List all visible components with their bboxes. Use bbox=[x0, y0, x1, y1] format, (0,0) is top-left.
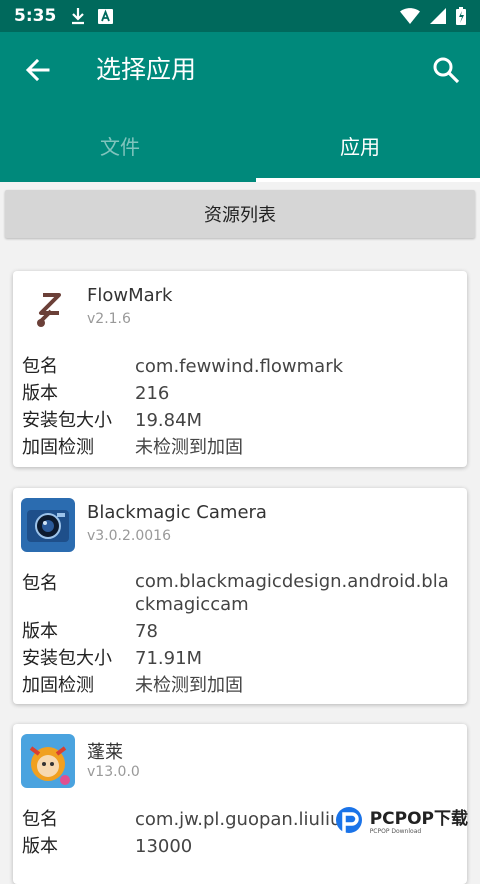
package-label: 包名 bbox=[22, 573, 58, 594]
size-value: 19.84M bbox=[135, 410, 203, 431]
app-card[interactable]: Blackmagic Camera v3.0.2.0016 包名 com.blac… bbox=[13, 488, 467, 704]
blackmagic-camera-app-icon bbox=[21, 498, 75, 552]
app-bar: 选择应用 bbox=[0, 32, 480, 108]
pcpop-logo-icon bbox=[335, 807, 362, 835]
resource-list-button[interactable]: 资源列表 bbox=[5, 190, 475, 238]
signal-icon bbox=[430, 8, 446, 24]
battery-icon bbox=[456, 7, 466, 25]
package-value: com.fewwind.flowmark bbox=[135, 356, 344, 377]
tab-bar: 文件 应用 bbox=[0, 108, 480, 182]
penglai-game-app-icon bbox=[21, 734, 75, 788]
app-name: 蓬莱 bbox=[87, 742, 123, 763]
size-row: 安装包大小 19.84M bbox=[22, 407, 457, 434]
version-label: 版本 bbox=[22, 383, 58, 404]
tab-files[interactable]: 文件 bbox=[0, 108, 240, 182]
hardening-row: 加固检测 未检测到加固 bbox=[22, 672, 457, 699]
package-row: 包名 com.fewwind.flowmark bbox=[22, 353, 457, 380]
hardening-value: 未检测到加固 bbox=[135, 437, 243, 458]
version-row: 版本 78 bbox=[22, 618, 457, 645]
app-card[interactable]: FlowMark v2.1.6 包名 com.fewwind.flowmark 版… bbox=[13, 271, 467, 467]
version-code-value: 78 bbox=[135, 621, 158, 642]
app-version: v3.0.2.0016 bbox=[87, 528, 171, 544]
search-icon[interactable] bbox=[430, 54, 462, 86]
package-label: 包名 bbox=[22, 356, 58, 377]
package-value: com.jw.pl.guopan.liuliu bbox=[135, 809, 342, 830]
tab-apps[interactable]: 应用 bbox=[240, 108, 480, 182]
size-row: 安装包大小 71.91M bbox=[22, 645, 457, 672]
app-name: FlowMark bbox=[87, 285, 173, 306]
page-title: 选择应用 bbox=[96, 55, 197, 84]
wifi-icon bbox=[400, 8, 420, 24]
watermark-text: PCPOP下载 bbox=[369, 808, 468, 829]
watermark-subtext: PCPOP Download bbox=[369, 827, 422, 835]
status-bar: 5:35 bbox=[0, 0, 480, 32]
version-label: 版本 bbox=[22, 836, 58, 857]
app-card[interactable]: 蓬莱 v13.0.0 包名 com.jw.pl.guopan.liuliu 版本 1… bbox=[13, 724, 467, 884]
size-label: 安装包大小 bbox=[22, 648, 112, 669]
back-arrow-icon[interactable] bbox=[22, 54, 54, 86]
package-row: 包名 com.blackmagicdesign.android.blackmagi… bbox=[22, 570, 457, 618]
hardening-label: 加固检测 bbox=[22, 437, 94, 458]
version-label: 版本 bbox=[22, 621, 58, 642]
status-time: 5:35 bbox=[14, 6, 57, 26]
hardening-label: 加固检测 bbox=[22, 675, 94, 696]
package-value: com.blackmagicdesign.android.blackmagicc… bbox=[135, 571, 449, 615]
pcpop-watermark: PCPOP下载 PCPOP Download bbox=[332, 805, 468, 839]
app-version: v2.1.6 bbox=[87, 311, 131, 327]
download-icon bbox=[72, 8, 85, 25]
app-name: Blackmagic Camera bbox=[87, 502, 267, 523]
version-code-value: 13000 bbox=[135, 836, 193, 857]
hardening-row: 加固检测 未检测到加固 bbox=[22, 434, 457, 461]
version-code-value: 216 bbox=[135, 383, 170, 404]
app-notification-icon bbox=[98, 8, 114, 24]
package-label: 包名 bbox=[22, 809, 58, 830]
app-version: v13.0.0 bbox=[87, 764, 140, 780]
size-label: 安装包大小 bbox=[22, 410, 112, 431]
hardening-value: 未检测到加固 bbox=[135, 675, 243, 696]
flowmark-app-icon bbox=[21, 281, 75, 335]
version-row: 版本 216 bbox=[22, 380, 457, 407]
size-value: 71.91M bbox=[135, 648, 203, 669]
